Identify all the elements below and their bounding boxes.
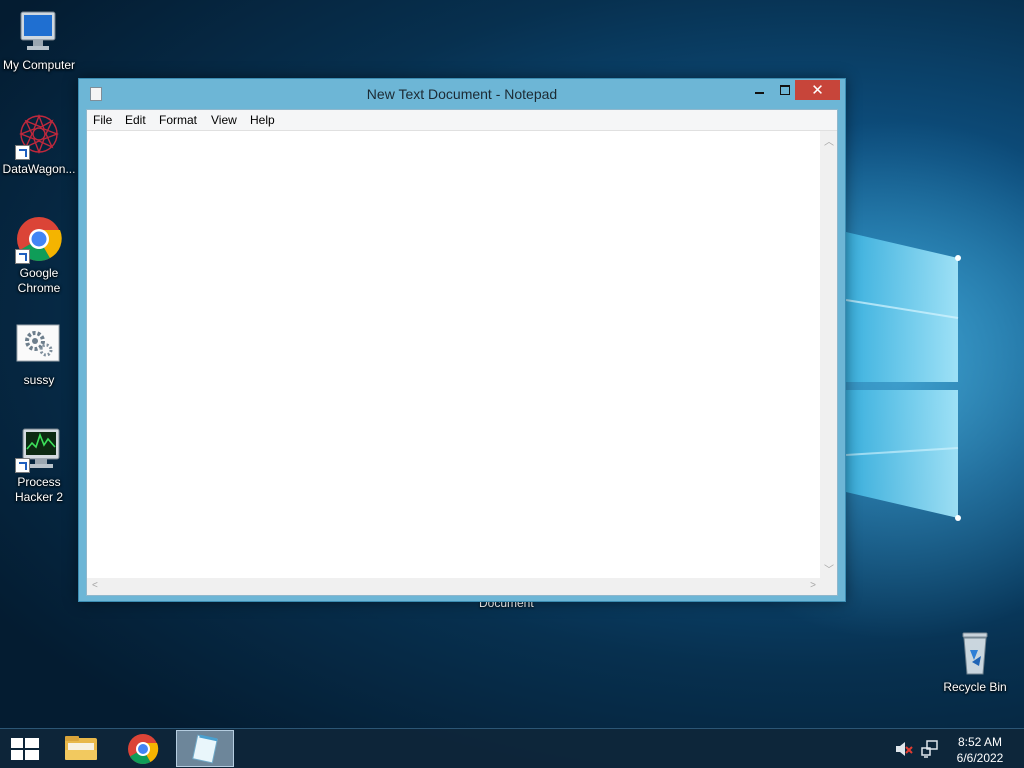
vertical-scrollbar[interactable]: ︿ ﹀	[820, 131, 837, 578]
taskbar: 8:52 AM 6/6/2022	[0, 728, 1024, 768]
notepad-window[interactable]: New Text Document - Notepad ✕ File Edit …	[78, 78, 846, 602]
taskbar-chrome[interactable]	[115, 730, 171, 767]
close-button[interactable]: ✕	[795, 80, 840, 100]
folder-icon	[65, 736, 97, 760]
desktop-icon-google-chrome[interactable]: Google Chrome	[0, 216, 78, 296]
desktop-icon-label-line1: Process	[17, 475, 61, 489]
shortcut-arrow-icon	[15, 249, 30, 264]
menu-bar: File Edit Format View Help	[87, 110, 837, 131]
horizontal-scrollbar[interactable]: < >	[87, 578, 821, 595]
taskbar-file-explorer[interactable]	[53, 730, 109, 767]
shortcut-arrow-icon	[15, 458, 30, 473]
desktop-icon-datawagon[interactable]: DataWagon...	[0, 112, 78, 177]
menu-edit[interactable]: Edit	[125, 113, 146, 127]
taskbar-clock[interactable]: 8:52 AM 6/6/2022	[945, 734, 1015, 766]
desktop-icon-label: My Computer	[2, 58, 76, 72]
menu-help[interactable]: Help	[250, 113, 275, 127]
settings-file-icon	[15, 323, 63, 371]
start-button[interactable]	[11, 738, 39, 760]
desktop-icon-my-computer[interactable]: My Computer	[0, 8, 78, 73]
desktop-icon-label-line2: Chrome	[17, 281, 61, 295]
datawagon-icon	[15, 112, 63, 160]
window-title: New Text Document - Notepad	[366, 86, 558, 102]
process-hacker-icon	[15, 425, 63, 473]
desktop-icon-label: Recycle Bin	[943, 680, 1007, 694]
desktop-icon-recycle-bin[interactable]: Recycle Bin	[936, 630, 1014, 695]
desktop-icon-label: sussy	[23, 373, 55, 387]
scroll-up-arrow-icon[interactable]: ︿	[824, 133, 834, 148]
minimize-button[interactable]	[747, 81, 773, 101]
notepad-icon	[192, 734, 218, 764]
scroll-left-arrow-icon[interactable]: <	[92, 580, 98, 591]
network-icon[interactable]	[921, 740, 939, 758]
scroll-down-arrow-icon[interactable]: ﹀	[824, 561, 834, 576]
taskbar-notepad[interactable]	[176, 730, 234, 767]
recycle-bin-icon	[951, 630, 999, 678]
desktop-icon-sussy[interactable]: sussy	[0, 323, 78, 388]
chrome-icon	[128, 734, 159, 765]
windows-logo-icon	[11, 738, 39, 760]
resize-grip-icon[interactable]	[820, 578, 837, 595]
clock-date: 6/6/2022	[956, 751, 1004, 765]
clock-time: 8:52 AM	[957, 735, 1003, 749]
chrome-icon	[15, 216, 63, 264]
close-icon: ✕	[811, 82, 824, 99]
window-client-area: File Edit Format View Help ︿ ﹀ < >	[86, 109, 838, 596]
menu-file[interactable]: File	[93, 113, 112, 127]
window-titlebar[interactable]: New Text Document - Notepad ✕	[79, 79, 845, 109]
text-editor-area[interactable]	[87, 131, 821, 578]
desktop-icon-label-line1: Google	[19, 266, 59, 280]
desktop-icon-process-hacker[interactable]: Process Hacker 2	[0, 425, 78, 505]
shortcut-arrow-icon	[15, 145, 30, 160]
scroll-right-arrow-icon[interactable]: >	[810, 580, 816, 591]
desktop-icon-label: DataWagon...	[2, 162, 76, 176]
computer-icon	[15, 8, 63, 56]
menu-format[interactable]: Format	[159, 113, 197, 127]
speaker-muted-icon[interactable]	[895, 741, 913, 757]
menu-view[interactable]: View	[211, 113, 237, 127]
desktop-icon-label-line2: Hacker 2	[14, 490, 64, 504]
